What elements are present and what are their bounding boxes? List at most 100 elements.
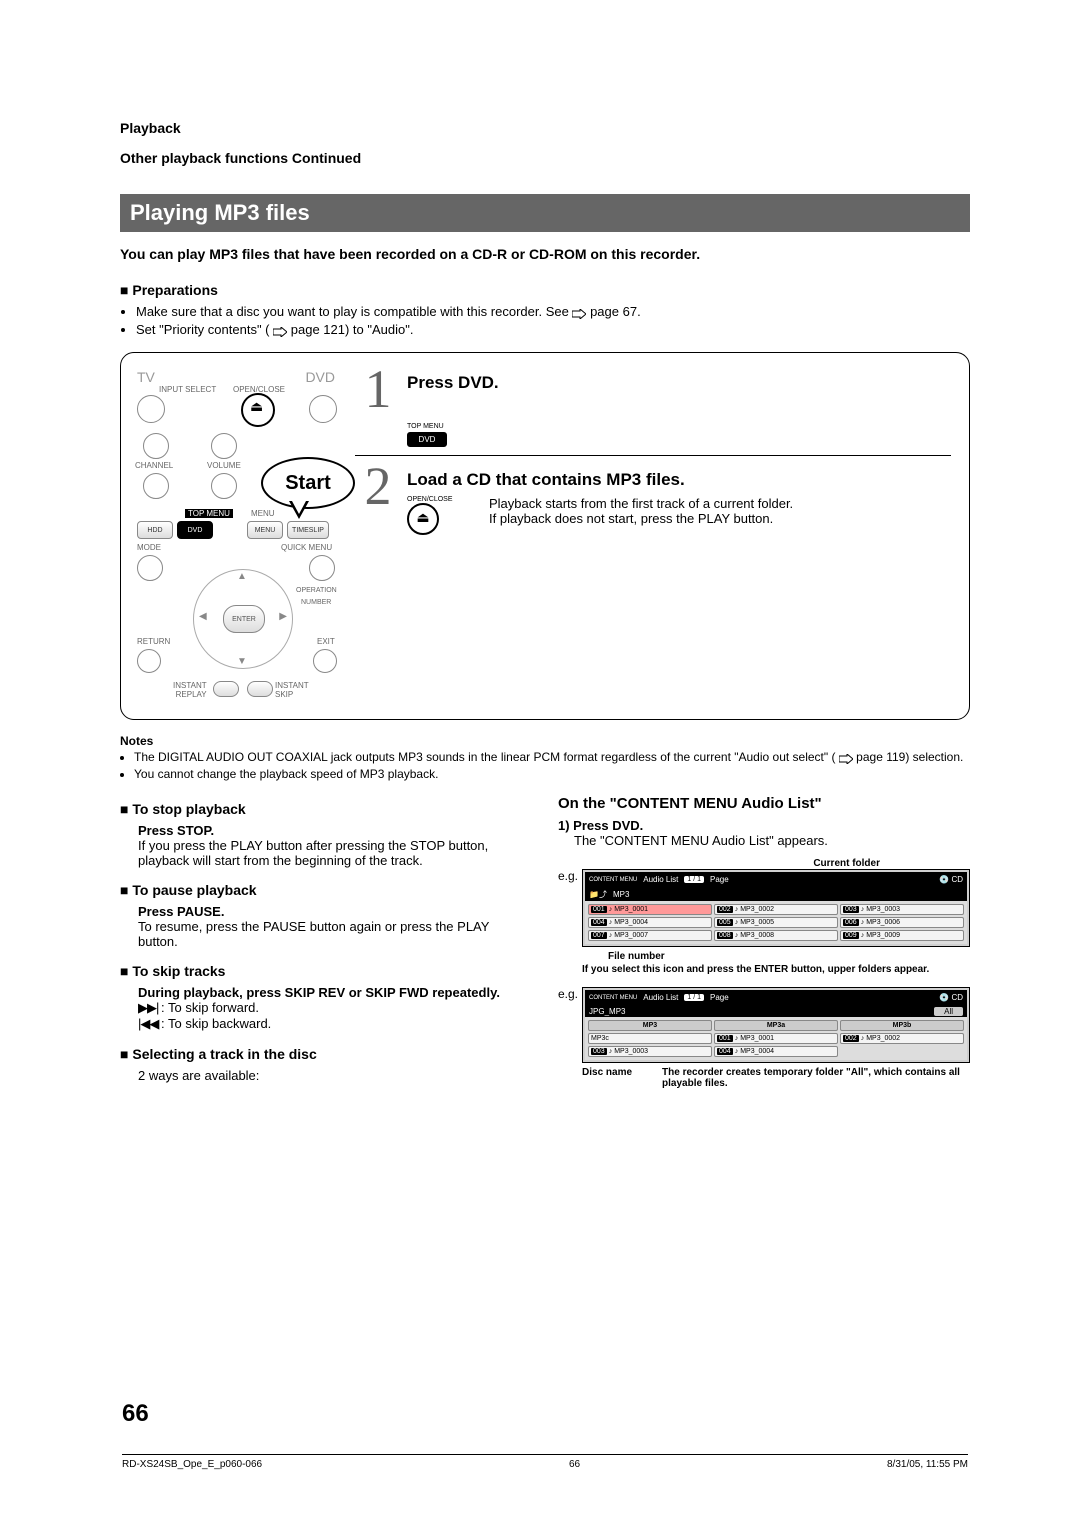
page-arrow-icon (572, 305, 586, 320)
file-cell: 002♪MP3_0002 (714, 904, 838, 915)
intro-text: You can play MP3 files that have been re… (120, 246, 970, 262)
preparations-head: Preparations (120, 282, 970, 298)
remote-dpad: ENTER ▲ ▼ ◀ ▶ (193, 569, 293, 669)
menu1-folder: MP3 (613, 890, 629, 899)
menu2-title: Audio List (643, 993, 678, 1002)
remote-quickmenu-label: QUICK MENU (281, 543, 332, 552)
page-number: 66 (122, 1400, 149, 1428)
file-cell: 008♪MP3_0008 (714, 930, 838, 941)
preparations-list: Make sure that a disc you want to play i… (120, 304, 970, 338)
pause-playback-head: To pause playback (120, 882, 532, 898)
eject-glyph: ⏏ (250, 398, 263, 415)
right-column: On the "CONTENT MENU Audio List" 1) Pres… (558, 795, 970, 1089)
remote-timeslip-button: TIMESLIP (287, 521, 329, 539)
menu1-file-grid: 001♪MP3_0001 002♪MP3_0002 003♪MP3_0003 0… (585, 901, 967, 944)
pause-playback-bold: Press PAUSE. (138, 904, 532, 919)
stop-playback-text: If you press the PLAY button after press… (138, 838, 532, 868)
start-callout-tail (289, 501, 309, 519)
menu2-cd: CD (951, 993, 963, 1002)
menu2-page-pill: 1 / 1 (684, 994, 704, 1001)
note-1b: page 119) selection. (856, 750, 963, 764)
remote-return-button (137, 649, 161, 673)
file-cell: 001♪MP3_0001 (588, 904, 712, 915)
menu-screenshot-1: CONTENT MENU Audio List 1 / 1 Page 💿 CD … (582, 869, 970, 947)
remote-menu-label: MENU (251, 509, 275, 518)
step-1-dvd-button: DVD (407, 432, 447, 447)
remote-quickmenu-button (309, 555, 335, 581)
skip-fwd-text: : To skip forward. (161, 1000, 259, 1015)
all-folder-note: The recorder creates temporary folder "A… (662, 1067, 970, 1089)
step-box: TV DVD INPUT SELECT OPEN/CLOSE ⏏ CHANNEL… (120, 352, 970, 720)
remote-number-label: NUMBER (301, 599, 331, 606)
remote-instant-replay-button (213, 681, 239, 697)
file-cell: 002♪MP3_0002 (840, 1033, 964, 1044)
stop-playback-head: To stop playback (120, 801, 532, 817)
step-2-eject-button: ⏏ (407, 503, 439, 535)
folder-cell: MP3b (840, 1020, 964, 1031)
remote-instant-replay-label: INSTANT REPLAY (173, 681, 207, 699)
file-cell: 005♪MP3_0005 (714, 917, 838, 928)
step-1-number: 1 (355, 365, 401, 414)
remote-vol-down-icon (211, 473, 237, 499)
current-folder-label: Current folder (558, 858, 880, 869)
menu1-page-word: Page (710, 875, 729, 884)
file-cell: 007♪MP3_0007 (588, 930, 712, 941)
remote-tv-power-icon (137, 395, 165, 423)
remote-dvd-power-icon (309, 395, 337, 423)
menu2-page-word: Page (710, 993, 729, 1002)
step-2-title: Load a CD that contains MP3 files. (407, 470, 951, 490)
remote-hdd-button: HDD (137, 521, 173, 539)
page-footer: RD-XS24SB_Ope_E_p060-066 66 8/31/05, 11:… (122, 1454, 968, 1470)
skip-bwd-text: : To skip backward. (161, 1016, 271, 1031)
step-1-topmenu-label: TOP MENU (407, 423, 951, 430)
skip-bwd-icon: |◀◀ (138, 1016, 161, 1031)
footer-right: 8/31/05, 11:55 PM (887, 1459, 968, 1470)
file-cell: 004♪MP3_0004 (588, 917, 712, 928)
skip-tracks-bold: During playback, press SKIP REV or SKIP … (138, 985, 532, 1000)
page-arrow-icon (273, 323, 287, 338)
file-cell: 006♪MP3_0006 (840, 917, 964, 928)
step-2-number: 2 (355, 462, 401, 511)
step-divider (355, 455, 951, 456)
right-step-1-text: The "CONTENT MENU Audio List" appears. (574, 833, 970, 848)
skip-fwd-icon: ▶▶| (138, 1000, 161, 1015)
page-arrow-icon (839, 751, 853, 765)
remote-enter-button: ENTER (223, 605, 265, 633)
prep-item-1b: page 67. (590, 304, 641, 319)
eg-label-2: e.g. (558, 987, 578, 1001)
disc-name-label: Disc name (582, 1067, 632, 1089)
page-title: Playing MP3 files (120, 194, 970, 232)
step-2: 2 Load a CD that contains MP3 files. OPE… (355, 462, 951, 535)
remote-vol-up-icon (211, 433, 237, 459)
footer-mid: 66 (569, 1459, 580, 1470)
remote-ch-down-icon (143, 473, 169, 499)
step-1: 1 Press DVD. TOP MENU DVD (355, 365, 951, 447)
menu1-title: Audio List (643, 875, 678, 884)
folder-cell: MP3 (588, 1020, 712, 1031)
right-step-1: 1) Press DVD. (558, 818, 970, 833)
menu-screenshot-2: CONTENT MENU Audio List 1 / 1 Page 💿 CD … (582, 987, 970, 1063)
remote-topmenu-label: TOP MENU (185, 509, 233, 518)
file-cell: 003♪MP3_0003 (840, 904, 964, 915)
remote-exit-label: EXIT (317, 637, 335, 646)
section-header: Playback (120, 120, 970, 136)
prep-item-2b: page 121) to "Audio". (291, 322, 414, 337)
folder-cell: MP3a (714, 1020, 838, 1031)
select-track-head: Selecting a track in the disc (120, 1046, 532, 1062)
prep-item-2a: Set "Priority contents" ( (136, 322, 270, 337)
remote-illustration: TV DVD INPUT SELECT OPEN/CLOSE ⏏ CHANNEL… (131, 369, 341, 709)
file-cell: 003♪MP3_0003 (588, 1046, 712, 1057)
file-cell: 004♪MP3_0004 (714, 1046, 838, 1057)
remote-ch-up-icon (143, 433, 169, 459)
file-number-label: File number (608, 951, 970, 962)
remote-return-label: RETURN (137, 637, 170, 646)
menu2-all-header: All (934, 1007, 963, 1016)
up-folder-icon: 📁⤴ (589, 889, 607, 900)
remote-channel-label: CHANNEL (135, 461, 173, 470)
skip-tracks-head: To skip tracks (120, 963, 532, 979)
stop-playback-bold: Press STOP. (138, 823, 532, 838)
note-1a: The DIGITAL AUDIO OUT COAXIAL jack outpu… (134, 750, 835, 764)
remote-exit-button (313, 649, 337, 673)
folder-cell: MP3c (588, 1033, 712, 1044)
menu1-page-pill: 1 / 1 (684, 876, 704, 883)
